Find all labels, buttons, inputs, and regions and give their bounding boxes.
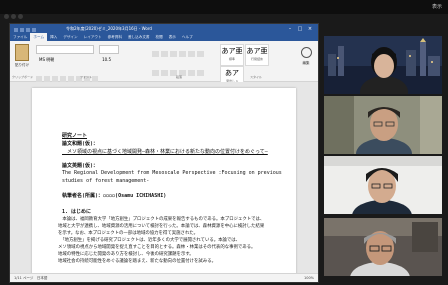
ribbon-group-labels: クリップボード フォント 段落 スタイル [10, 75, 318, 80]
participant-video[interactable] [324, 96, 442, 154]
word-title-bar: 令和2年度(2020)ゼミ_2020年3月16日 - Word – □ × [10, 24, 318, 33]
ribbon-tab[interactable]: 挿入 [47, 33, 60, 41]
document-line: メソ領域の視点から地域開発を捉え直すことを目的とする。森林・林業はその代表的な事… [58, 245, 256, 250]
search-icon [300, 47, 312, 58]
shared-word-window: 令和2年度(2020)ゼミ_2020年3月16日 - Word – □ × ファイル… [10, 24, 318, 282]
zoom-level[interactable]: 100% [304, 274, 314, 282]
style-sample: あア亜 [221, 47, 243, 55]
document-line: 論文英題(仮)： [62, 163, 99, 169]
font-name-field[interactable]: MS 明朝 [36, 45, 94, 62]
window-controls[interactable] [4, 4, 28, 19]
style-name: 行間詰め [250, 57, 263, 61]
video-feed [324, 36, 442, 94]
style-name: 標準 [228, 57, 235, 61]
page-count: 1/11 ページ 日本語 [14, 276, 48, 280]
document-title: 令和2年度(2020)ゼミ_2020年3月16日 - Word [66, 26, 152, 31]
quick-access-toolbar[interactable] [14, 26, 40, 32]
document-canvas[interactable]: 研究ノート論文和題(仮)： メソ領域の視点に基づく地域開発―森林・林業における新… [10, 82, 318, 274]
style-option[interactable]: あア亜 標準 [220, 44, 244, 66]
ribbon-tab[interactable]: 表示 [166, 33, 179, 41]
style-option[interactable]: あア亜 行間詰め [245, 44, 269, 66]
view-toggle[interactable]: 表示 [412, 2, 442, 12]
document-line: を示す。なお、本プロジェクトの一部は地域の協力を得て実施された。 [58, 231, 199, 236]
document-line: 執筆者名(所属)：○○○○(Osamu ICHIHASHI) [62, 193, 167, 199]
ribbon-tab[interactable]: 差し込み文書 [125, 33, 153, 41]
ribbon-tab[interactable]: 参考資料 [105, 33, 125, 41]
font-group: MS 明朝 10.5 [36, 45, 146, 92]
ribbon-tab[interactable]: レイアウト [81, 33, 105, 41]
document-line: 論文和題(仮)： [62, 141, 99, 147]
group-label: フォント [80, 75, 93, 79]
font-size-field[interactable]: 10.5 [99, 45, 120, 62]
document-line: 地域社会の持続可能性をめぐる議論を踏まえ、新たな動向の位置付けを試みる。 [58, 259, 216, 264]
video-feed [324, 218, 442, 276]
ribbon-tab[interactable]: ヘルプ [179, 33, 196, 41]
paste-button[interactable]: 貼り付け [14, 44, 30, 70]
ribbon-tab[interactable]: 校閲 [153, 33, 166, 41]
video-feed [324, 96, 442, 154]
participant-video[interactable] [324, 36, 442, 94]
document-line: 1. はじめに [62, 209, 92, 215]
document-line: 研究ノート [62, 133, 88, 139]
participant-video[interactable] [324, 156, 442, 214]
group-label: スタイル [250, 75, 263, 79]
document-line: メソ領域の視点に基づく地域開発―森林・林業における新たな動向の位置付けをめぐって… [62, 149, 268, 155]
edit-button[interactable]: 編集 [297, 45, 315, 71]
ribbon-tab[interactable]: ファイル [10, 33, 30, 41]
style-sample: あア亜 [246, 47, 268, 55]
status-bar: 1/11 ページ 日本語 100% [10, 273, 318, 282]
video-feed [324, 156, 442, 214]
document-line: studies of forest management- [62, 178, 150, 184]
document-line: 本論は、福岡教育大学「地方創生」プロジェクトの成果を報告するものである。本プロジ… [58, 217, 265, 222]
meeting-top-bar: 表示 [0, 0, 448, 19]
participant-video[interactable] [324, 218, 442, 276]
document-line: 「地方創生」を掲げる研究プロジェクトは、近年多くの大学で展開されている。本論では… [58, 238, 241, 243]
ribbon: 貼り付け MS 明朝 10.5 あア亜 標準 あア亜 行間詰め あア 見出し 1 編集 ク… [10, 41, 318, 92]
document-line: The Regional Development from Mesoscale … [62, 170, 282, 176]
group-label: クリップボード [12, 75, 34, 79]
ribbon-tabs: ファイル ホーム 挿入 デザイン レイアウト 参考資料 差し込み文書 校閲 表示 ヘルプ [10, 33, 318, 41]
ribbon-tab[interactable]: ホーム [30, 33, 48, 41]
format-buttons[interactable] [36, 67, 146, 82]
styles-group: あア亜 標準 あア亜 行間詰め あア 見出し 1 [220, 44, 294, 88]
clipboard-icon [15, 44, 29, 61]
group-label: 段落 [176, 75, 183, 79]
document-line: 地域と大学が連携し、地域資源の活用について検討を行った。本論では、森林資源を中心… [58, 224, 265, 229]
ribbon-tab[interactable]: デザイン [60, 33, 80, 41]
paragraph-group[interactable] [152, 45, 214, 76]
document-line: 地域の特性に応じた開発のあり方を検討し、今後の研究課題を示す。 [58, 252, 194, 257]
document-page[interactable]: 研究ノート論文和題(仮)： メソ領域の視点に基づく地域開発―森林・林業における新… [32, 88, 296, 274]
